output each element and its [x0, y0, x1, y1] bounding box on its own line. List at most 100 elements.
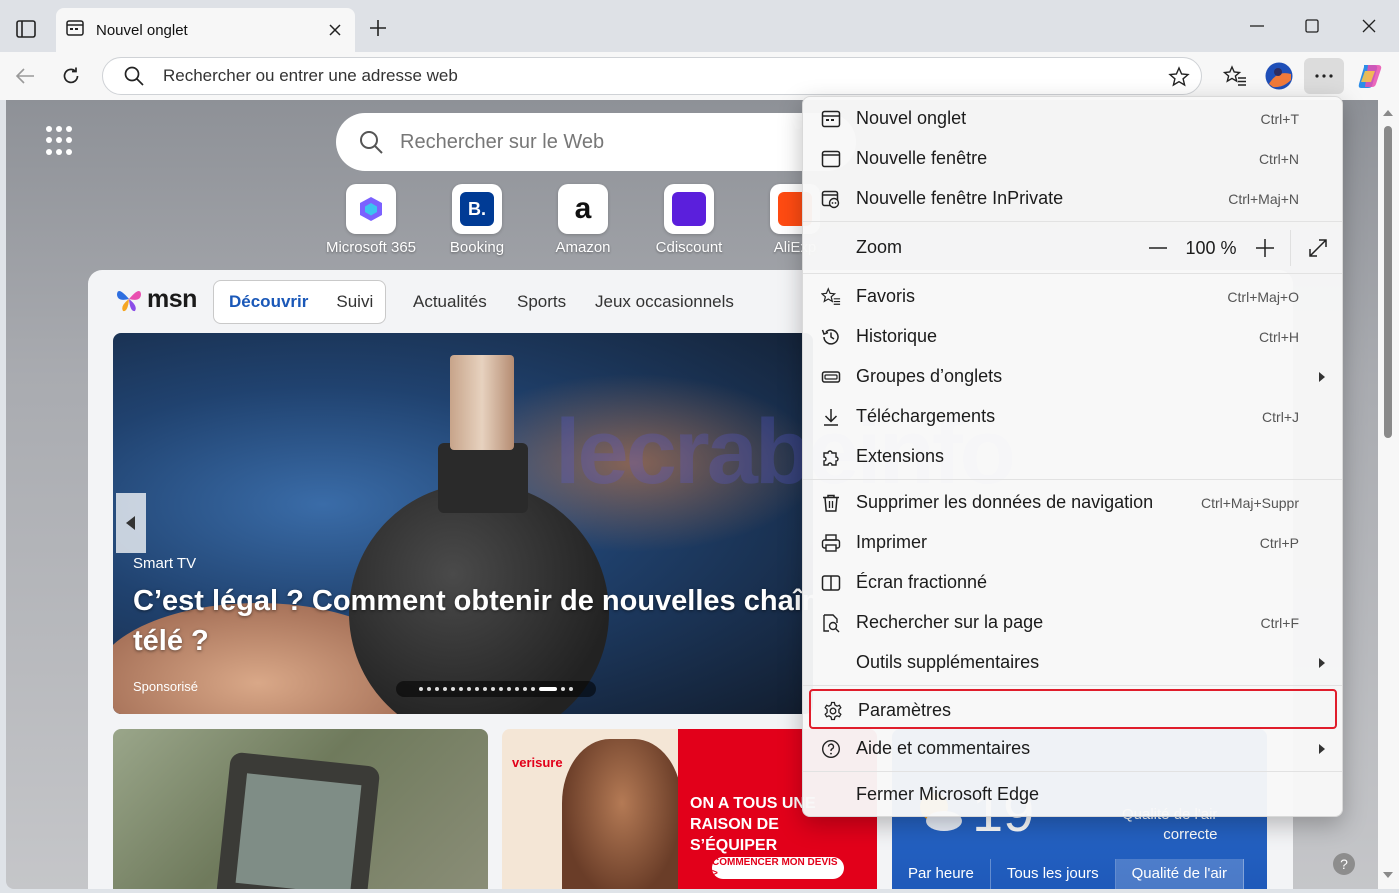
menu-item-tab-groups[interactable]: Groupes d’onglets — [809, 357, 1337, 397]
menu-shortcut: Ctrl+H — [1258, 329, 1299, 345]
quicklink-cdiscount[interactable]: Cdiscount — [634, 184, 744, 256]
new-tab-button[interactable] — [362, 12, 394, 44]
menu-item-find-on-page[interactable]: Rechercher sur la page Ctrl+F — [809, 603, 1337, 643]
download-icon — [821, 407, 841, 427]
copilot-icon[interactable] — [1352, 60, 1388, 92]
menu-item-new-inprivate[interactable]: Nouvelle fenêtre InPrivate Ctrl+Maj+N — [809, 179, 1337, 219]
menu-item-favorites[interactable]: Favoris Ctrl+Maj+O — [809, 277, 1337, 317]
tab-groups-icon — [821, 367, 841, 387]
menu-shortcut: Ctrl+P — [1259, 535, 1299, 551]
tab-suivi[interactable]: Suivi — [336, 292, 373, 312]
print-icon — [821, 533, 841, 553]
menu-item-close-edge[interactable]: Fermer Microsoft Edge — [809, 775, 1337, 815]
nav-actualites[interactable]: Actualités — [413, 292, 487, 312]
menu-item-split-screen[interactable]: Écran fractionné — [809, 563, 1337, 603]
sponsored-label: Sponsorisé — [133, 679, 199, 694]
app-launcher-icon[interactable] — [46, 126, 76, 156]
hero-title[interactable]: C’est légal ? Comment obtenir de nouvell… — [133, 581, 813, 661]
scrollbar-thumb[interactable] — [1384, 126, 1392, 438]
new-tab-page-icon — [66, 19, 84, 42]
tab-new-tab[interactable]: Nouvel onglet — [56, 8, 355, 52]
menu-item-history[interactable]: Historique Ctrl+H — [809, 317, 1337, 357]
carousel-prev-button[interactable] — [116, 493, 146, 553]
back-button[interactable] — [8, 60, 42, 92]
hero-category: Smart TV — [133, 555, 197, 572]
menu-label: Imprimer — [856, 532, 927, 552]
close-window-button[interactable] — [1352, 10, 1386, 42]
search-icon — [123, 65, 145, 87]
menu-item-extensions[interactable]: Extensions — [809, 437, 1337, 477]
menu-label: Téléchargements — [856, 406, 996, 426]
menu-label: Rechercher sur la page — [856, 612, 1044, 632]
menu-item-print[interactable]: Imprimer Ctrl+P — [809, 523, 1337, 563]
menu-label: Nouvelle fenêtre InPrivate — [856, 188, 1064, 208]
help-icon — [821, 739, 841, 759]
search-icon — [358, 129, 384, 155]
quicklink-booking[interactable]: B. Booking — [422, 184, 532, 256]
web-search-box[interactable] — [336, 113, 856, 171]
tab-decouvrir[interactable]: Découvrir — [229, 292, 308, 312]
minimize-button[interactable] — [1240, 10, 1274, 42]
hero-card[interactable]: Smart TV C’est légal ? Comment obtenir d… — [113, 333, 813, 714]
settings-and-more-button[interactable] — [1304, 58, 1344, 94]
favorites-button[interactable] — [1218, 60, 1252, 92]
zoom-label: Zoom — [856, 237, 903, 257]
address-input[interactable] — [163, 66, 1063, 86]
settings-and-more-menu: Nouvel onglet Ctrl+T Nouvelle fenêtre Ct… — [802, 96, 1343, 817]
menu-label: Outils supplémentaires — [856, 652, 1040, 672]
booking-icon: B. — [452, 184, 502, 234]
quicklink-amazon[interactable]: a Amazon — [528, 184, 638, 256]
trash-icon — [821, 493, 841, 513]
ad-cta-button[interactable]: COMMENCER MON DEVIS > — [712, 857, 844, 879]
scrollbar[interactable] — [1378, 100, 1399, 889]
msn-wordmark: msn — [147, 284, 197, 313]
maximize-button[interactable] — [1295, 10, 1329, 42]
zoom-out-button[interactable] — [1145, 235, 1171, 261]
weather-tab-daily[interactable]: Tous les jours — [991, 859, 1116, 889]
extensions-icon — [821, 447, 841, 467]
quicklink-label: Amazon — [555, 239, 611, 256]
tab-close-icon[interactable] — [323, 18, 347, 42]
menu-item-more-tools[interactable]: Outils supplémentaires — [809, 643, 1337, 683]
add-favorite-star-icon[interactable] — [1167, 65, 1191, 89]
menu-shortcut: Ctrl+F — [1260, 615, 1300, 631]
news-card-gps[interactable] — [113, 729, 488, 889]
menu-shortcut: Ctrl+Maj+O — [1227, 289, 1299, 305]
menu-label: Écran fractionné — [856, 572, 988, 592]
carousel-dots[interactable] — [396, 681, 596, 697]
ad-photo — [562, 739, 682, 889]
scroll-down-icon[interactable] — [1383, 872, 1393, 878]
weather-tab-air[interactable]: Qualité de l'air — [1115, 859, 1245, 889]
menu-item-downloads[interactable]: Téléchargements Ctrl+J — [809, 397, 1337, 437]
address-bar[interactable] — [102, 57, 1202, 95]
scroll-up-icon[interactable] — [1383, 110, 1393, 116]
msn-logo[interactable]: msn — [114, 284, 197, 314]
new-window-icon — [821, 149, 841, 169]
nav-sports[interactable]: Sports — [517, 292, 566, 312]
help-icon[interactable]: ? — [1333, 853, 1355, 875]
menu-item-clear-browsing-data[interactable]: Supprimer les données de navigation Ctrl… — [809, 483, 1337, 523]
submenu-arrow-icon — [1319, 744, 1325, 754]
menu-item-new-tab[interactable]: Nouvel onglet Ctrl+T — [809, 99, 1337, 139]
verisure-logo: verisure — [512, 755, 563, 770]
zoom-in-button[interactable] — [1252, 235, 1278, 261]
vertical-tabs-icon[interactable] — [8, 12, 44, 46]
menu-label: Groupes d’onglets — [856, 366, 1003, 386]
menu-item-new-window[interactable]: Nouvelle fenêtre Ctrl+N — [809, 139, 1337, 179]
web-search-input[interactable] — [400, 130, 800, 154]
quicklink-label: Microsoft 365 — [325, 239, 417, 256]
menu-shortcut: Ctrl+J — [1262, 409, 1299, 425]
nav-jeux[interactable]: Jeux occasionnels — [595, 292, 734, 312]
menu-label: Aide et commentaires — [856, 738, 1031, 758]
quicklink-label: Cdiscount — [655, 239, 723, 256]
weather-tab-hourly[interactable]: Par heure — [892, 859, 991, 889]
submenu-arrow-icon — [1319, 372, 1325, 382]
profile-avatar[interactable] — [1262, 60, 1296, 92]
new-tab-icon — [821, 109, 841, 129]
reload-button[interactable] — [54, 60, 88, 92]
fullscreen-icon[interactable] — [1305, 235, 1331, 261]
quicklink-microsoft365[interactable]: Microsoft 365 — [316, 184, 426, 256]
msn-butterfly-icon — [117, 290, 141, 312]
menu-item-help[interactable]: Aide et commentaires — [809, 729, 1337, 769]
menu-item-settings[interactable]: Paramètres — [809, 689, 1337, 729]
